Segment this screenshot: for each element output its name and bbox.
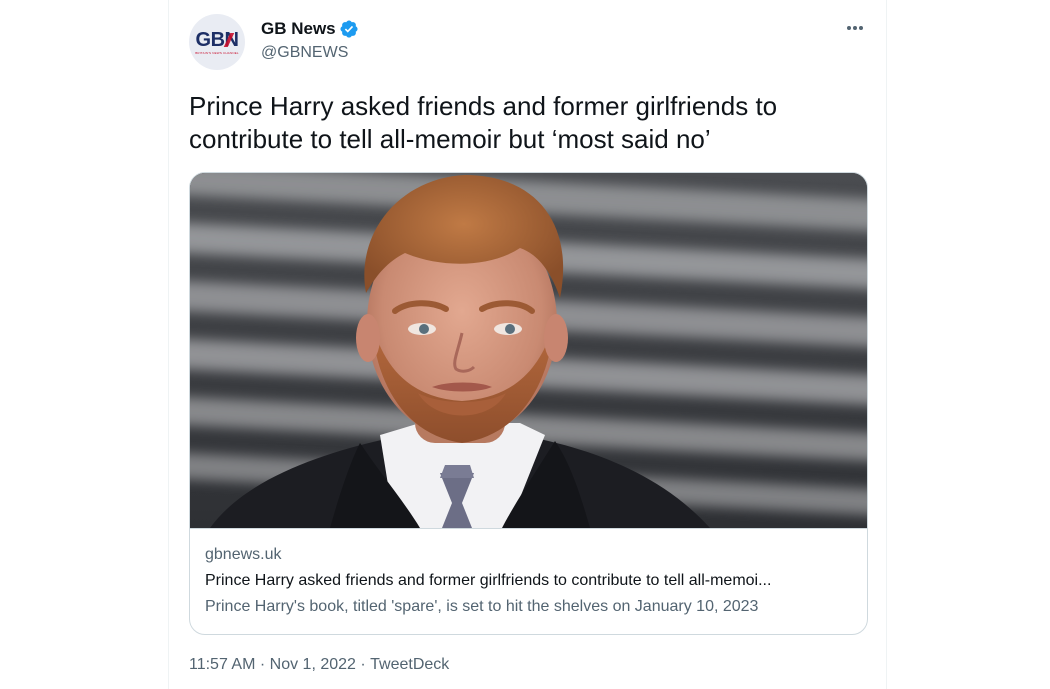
- user-handle[interactable]: @GBNEWS: [261, 44, 348, 62]
- tweet-source-link[interactable]: TweetDeck: [370, 656, 449, 674]
- verified-badge-icon[interactable]: [339, 19, 359, 39]
- card-photo-illustration: [190, 173, 867, 528]
- tweet-text: Prince Harry asked friends and former gi…: [189, 91, 778, 154]
- avatar[interactable]: G B N BRITAIN'S NEWS CHANNEL: [189, 14, 245, 70]
- card-body[interactable]: gbnews.uk Prince Harry asked friends and…: [190, 528, 867, 634]
- card-domain: gbnews.uk: [205, 546, 282, 563]
- tweet-metadata: 11:57 AM · Nov 1, 2022 · TweetDeck: [189, 656, 449, 674]
- logo-n-mark: N: [223, 30, 239, 50]
- tweet-time: 11:57 AM: [189, 656, 256, 673]
- tweet-container: G B N BRITAIN'S NEWS CHANNEL GB News @GB…: [168, 0, 887, 689]
- more-options-icon-dot: [859, 26, 864, 30]
- meta-separator: ·: [255, 656, 270, 673]
- link-card[interactable]: gbnews.uk Prince Harry asked friends and…: [189, 172, 868, 635]
- more-options-icon-dot: [853, 26, 857, 30]
- meta-separator: ·: [355, 656, 371, 673]
- more-options-button[interactable]: [841, 16, 869, 40]
- tweet-date: Nov 1, 2022: [269, 656, 356, 673]
- logo-letter-b: B: [210, 28, 225, 51]
- gb-news-logo: G B N: [196, 30, 239, 50]
- tweet-time-link[interactable]: 11:57 AM · Nov 1, 2022: [189, 656, 356, 674]
- logo-tagline: BRITAIN'S NEWS CHANNEL: [195, 50, 239, 55]
- card-image[interactable]: [190, 173, 867, 528]
- more-options-icon-dot: [846, 26, 851, 30]
- card-title: Prince Harry asked friends and former gi…: [205, 572, 772, 589]
- display-name-text: GB News: [261, 19, 336, 38]
- display-name[interactable]: GB News: [261, 19, 359, 39]
- card-description: Prince Harry's book, titled 'spare', is …: [205, 598, 759, 615]
- logo-letter-g: G: [195, 28, 212, 51]
